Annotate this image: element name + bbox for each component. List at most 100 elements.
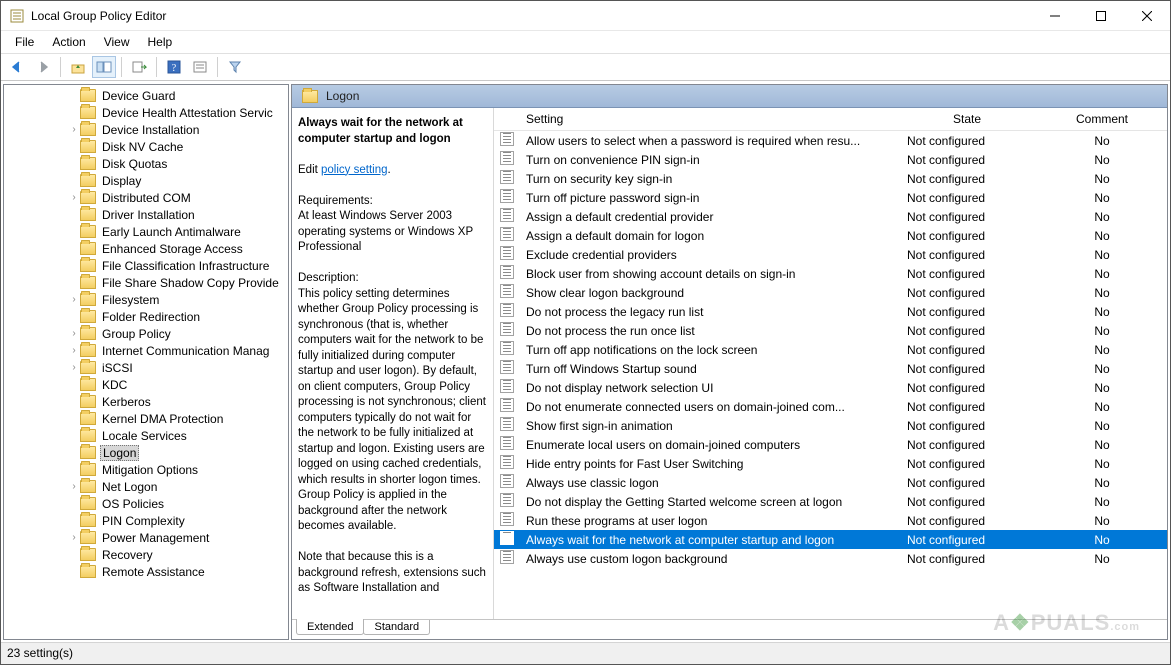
tree-node[interactable]: Remote Assistance bbox=[8, 563, 288, 580]
setting-row[interactable]: Show first sign-in animationNot configur… bbox=[494, 416, 1167, 435]
tree-node[interactable]: ›Net Logon bbox=[8, 478, 288, 495]
tree-node[interactable]: Disk Quotas bbox=[8, 155, 288, 172]
tree-node[interactable]: Disk NV Cache bbox=[8, 138, 288, 155]
tree-node[interactable]: › Filesystem bbox=[8, 291, 288, 308]
maximize-button[interactable] bbox=[1078, 1, 1124, 31]
setting-state: Not configured bbox=[897, 150, 1037, 169]
setting-row[interactable]: Allow users to select when a password is… bbox=[494, 131, 1167, 151]
tree-node[interactable]: Mitigation Options bbox=[8, 461, 288, 478]
column-comment[interactable]: Comment bbox=[1037, 108, 1167, 131]
export-list-button[interactable] bbox=[127, 56, 151, 78]
tree-node[interactable]: ›Internet Communication Manag bbox=[8, 342, 288, 359]
tab-extended[interactable]: Extended bbox=[296, 619, 364, 635]
menu-view[interactable]: View bbox=[96, 33, 138, 51]
tree-node[interactable]: File Share Shadow Copy Provide bbox=[8, 274, 288, 291]
setting-name: Block user from showing account details … bbox=[516, 264, 897, 283]
tree-node[interactable]: Folder Redirection bbox=[8, 308, 288, 325]
setting-row[interactable]: Turn off Windows Startup soundNot config… bbox=[494, 359, 1167, 378]
setting-row[interactable]: Exclude credential providersNot configur… bbox=[494, 245, 1167, 264]
setting-name: Show first sign-in animation bbox=[516, 416, 897, 435]
minimize-button[interactable] bbox=[1032, 1, 1078, 31]
toolbar-separator bbox=[156, 57, 157, 77]
expand-icon[interactable]: › bbox=[68, 192, 80, 203]
close-button[interactable] bbox=[1124, 1, 1170, 31]
console-tree[interactable]: Device GuardDevice Health Attestation Se… bbox=[3, 84, 289, 640]
tree-node-label: Group Policy bbox=[100, 327, 173, 341]
edit-policy-link[interactable]: policy setting bbox=[321, 164, 387, 176]
properties-button[interactable] bbox=[188, 56, 212, 78]
tree-node[interactable]: Recovery bbox=[8, 546, 288, 563]
tree-node[interactable]: ›Device Installation bbox=[8, 121, 288, 138]
setting-row[interactable]: Do not process the run once listNot conf… bbox=[494, 321, 1167, 340]
setting-row[interactable]: Hide entry points for Fast User Switchin… bbox=[494, 454, 1167, 473]
setting-row[interactable]: Always use classic logonNot configuredNo bbox=[494, 473, 1167, 492]
expand-icon[interactable]: › bbox=[68, 294, 80, 305]
tree-node[interactable]: › Group Policy bbox=[8, 325, 288, 342]
setting-comment: No bbox=[1037, 245, 1167, 264]
setting-row[interactable]: Enumerate local users on domain-joined c… bbox=[494, 435, 1167, 454]
setting-row[interactable]: Always use custom logon backgroundNot co… bbox=[494, 549, 1167, 568]
expand-icon[interactable]: › bbox=[68, 328, 80, 339]
tree-node[interactable]: Early Launch Antimalware bbox=[8, 223, 288, 240]
tree-node[interactable]: ›iSCSI bbox=[8, 359, 288, 376]
setting-row[interactable]: Block user from showing account details … bbox=[494, 264, 1167, 283]
expand-icon[interactable]: › bbox=[68, 532, 80, 543]
setting-row[interactable]: Do not enumerate connected users on doma… bbox=[494, 397, 1167, 416]
setting-comment: No bbox=[1037, 169, 1167, 188]
tree-node[interactable]: Locale Services bbox=[8, 427, 288, 444]
tree-node[interactable]: ›Power Management bbox=[8, 529, 288, 546]
setting-row[interactable]: Turn off app notifications on the lock s… bbox=[494, 340, 1167, 359]
setting-name: Do not process the legacy run list bbox=[516, 302, 897, 321]
tree-node-label: Disk Quotas bbox=[100, 157, 169, 171]
menu-help[interactable]: Help bbox=[140, 33, 181, 51]
setting-comment: No bbox=[1037, 435, 1167, 454]
setting-row[interactable]: Turn off picture password sign-inNot con… bbox=[494, 188, 1167, 207]
tab-standard[interactable]: Standard bbox=[363, 620, 430, 635]
tree-node[interactable]: Kernel DMA Protection bbox=[8, 410, 288, 427]
setting-row[interactable]: Run these programs at user logonNot conf… bbox=[494, 511, 1167, 530]
tree-node-label: Distributed COM bbox=[100, 191, 193, 205]
tree-node[interactable]: Driver Installation bbox=[8, 206, 288, 223]
setting-row[interactable]: Turn on convenience PIN sign-inNot confi… bbox=[494, 150, 1167, 169]
setting-row[interactable]: Turn on security key sign-inNot configur… bbox=[494, 169, 1167, 188]
menu-file[interactable]: File bbox=[7, 33, 42, 51]
tree-node[interactable]: › Distributed COM bbox=[8, 189, 288, 206]
tree-node[interactable]: Enhanced Storage Access bbox=[8, 240, 288, 257]
expand-icon[interactable]: › bbox=[68, 124, 80, 135]
up-one-level-button[interactable] bbox=[66, 56, 90, 78]
app-icon bbox=[9, 8, 25, 24]
nav-forward-button[interactable] bbox=[31, 56, 55, 78]
tree-node[interactable]: Kerberos bbox=[8, 393, 288, 410]
settings-list[interactable]: Setting State Comment Allow users to sel… bbox=[494, 108, 1167, 619]
tree-node[interactable]: Device Guard bbox=[8, 87, 288, 104]
policy-icon bbox=[500, 531, 514, 545]
tree-node[interactable]: PIN Complexity bbox=[8, 512, 288, 529]
tree-node-label: Filesystem bbox=[100, 293, 161, 307]
setting-row[interactable]: Do not display network selection UINot c… bbox=[494, 378, 1167, 397]
setting-row[interactable]: Show clear logon backgroundNot configure… bbox=[494, 283, 1167, 302]
setting-row[interactable]: Do not display the Getting Started welco… bbox=[494, 492, 1167, 511]
tree-node[interactable]: File Classification Infrastructure bbox=[8, 257, 288, 274]
column-state[interactable]: State bbox=[897, 108, 1037, 131]
column-setting[interactable]: Setting bbox=[516, 108, 897, 131]
expand-icon[interactable]: › bbox=[68, 481, 80, 492]
setting-state: Not configured bbox=[897, 511, 1037, 530]
setting-row[interactable]: Assign a default domain for logonNot con… bbox=[494, 226, 1167, 245]
setting-row[interactable]: Do not process the legacy run listNot co… bbox=[494, 302, 1167, 321]
expand-icon[interactable]: › bbox=[68, 362, 80, 373]
show-hide-tree-button[interactable] bbox=[92, 56, 116, 78]
tree-node[interactable]: Device Health Attestation Servic bbox=[8, 104, 288, 121]
tree-node-label: KDC bbox=[100, 378, 129, 392]
tree-node[interactable]: Logon bbox=[8, 444, 288, 461]
setting-row[interactable]: Always wait for the network at computer … bbox=[494, 530, 1167, 549]
help-button[interactable]: ? bbox=[162, 56, 186, 78]
nav-back-button[interactable] bbox=[5, 56, 29, 78]
setting-row[interactable]: Assign a default credential providerNot … bbox=[494, 207, 1167, 226]
expand-icon[interactable]: › bbox=[68, 345, 80, 356]
filter-button[interactable] bbox=[223, 56, 247, 78]
tree-node[interactable]: OS Policies bbox=[8, 495, 288, 512]
tree-node[interactable]: KDC bbox=[8, 376, 288, 393]
tree-node[interactable]: Display bbox=[8, 172, 288, 189]
menu-action[interactable]: Action bbox=[44, 33, 93, 51]
tree-node-label: Mitigation Options bbox=[100, 463, 200, 477]
